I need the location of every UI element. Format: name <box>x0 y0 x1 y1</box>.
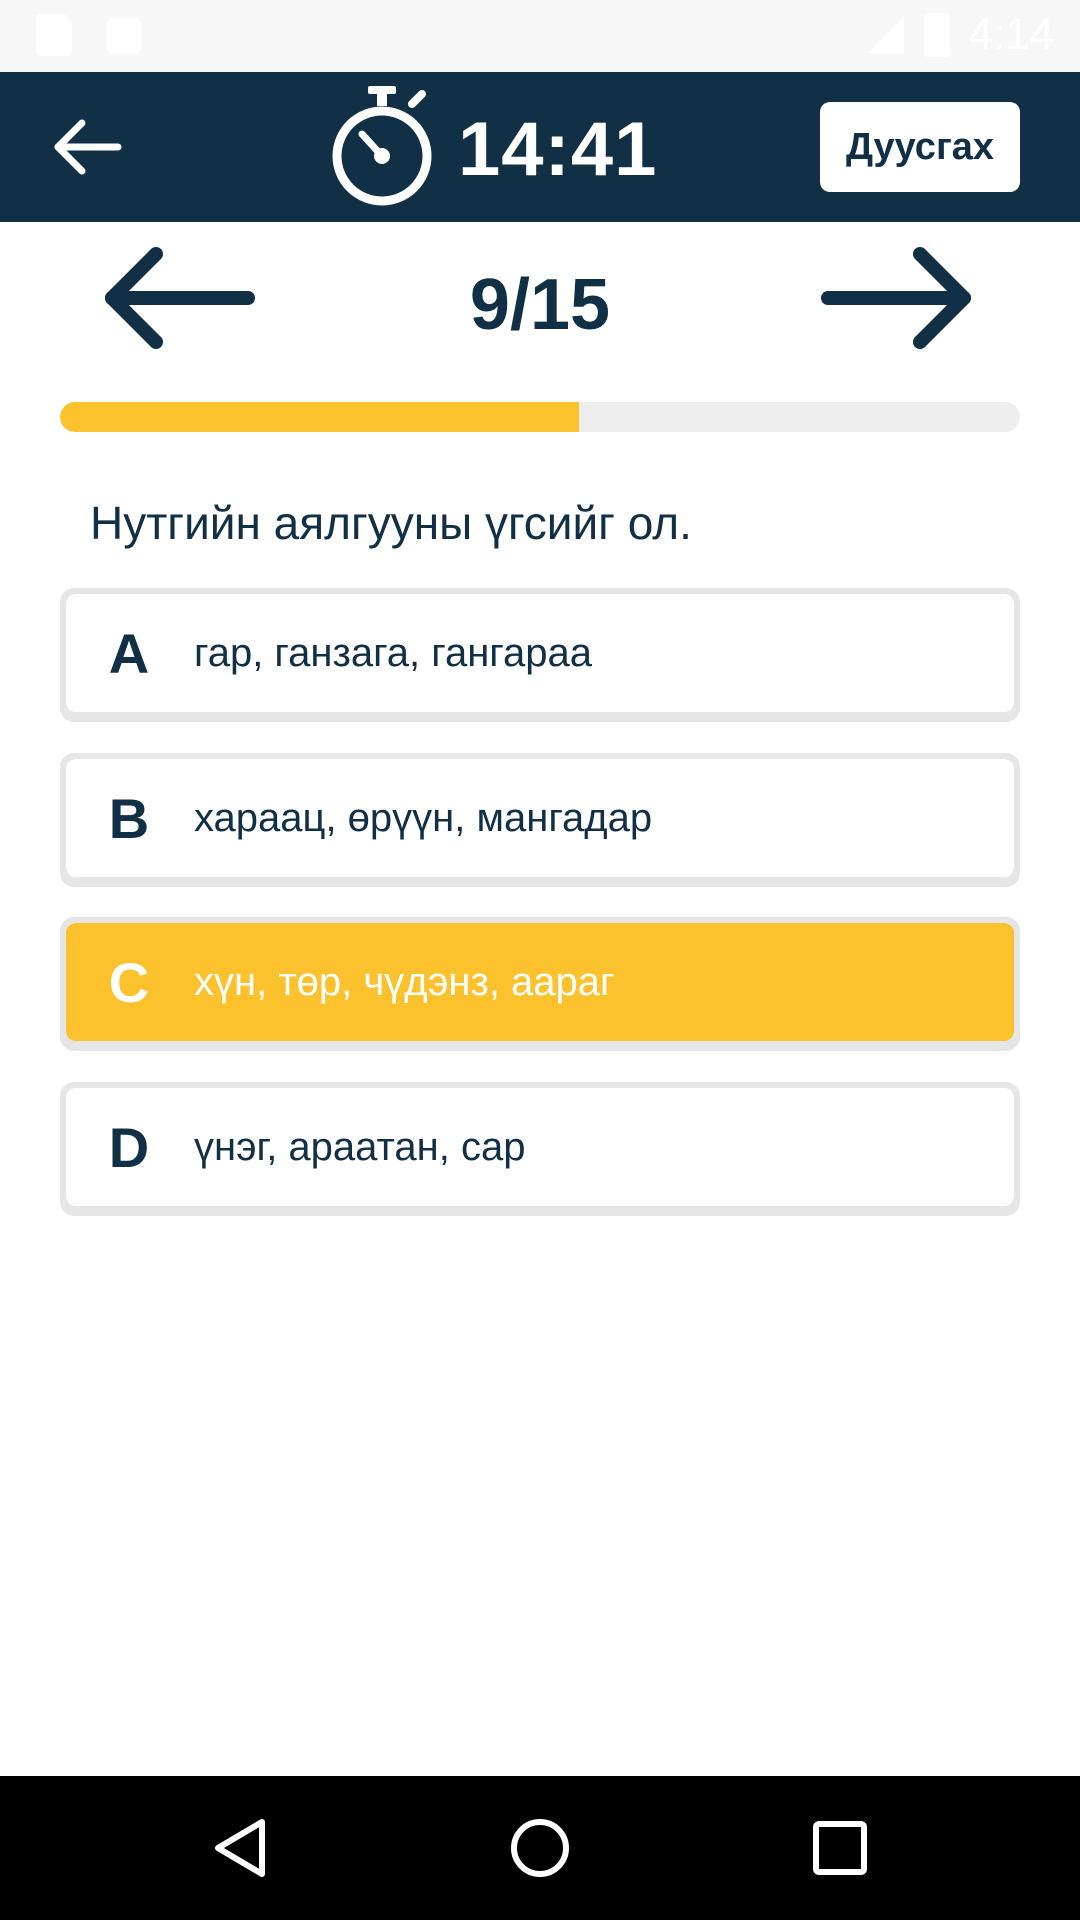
signal-icon <box>868 17 905 53</box>
timer-display: 14:41 <box>458 107 658 192</box>
battery-icon <box>924 13 951 57</box>
question-navigation: 9/15 <box>0 222 1080 382</box>
answer-letter: A <box>108 621 150 685</box>
answer-option-a[interactable]: A гар, ганзага, гангараа <box>60 588 1020 722</box>
progress-bar <box>60 402 1020 432</box>
system-navigation-bar <box>0 1776 1080 1920</box>
answer-option-b[interactable]: B хараац, өрүүн, мангадар <box>60 753 1020 887</box>
answer-option-body: C хүн, төр, чүдэнз, аараг <box>66 923 1014 1041</box>
answer-letter: D <box>108 1115 150 1179</box>
answer-option-d[interactable]: D үнэг, араатан, сар <box>60 1082 1020 1216</box>
finish-button[interactable]: Дуусгах <box>820 102 1020 192</box>
question-counter: 9/15 <box>469 265 611 345</box>
next-question-arrow-icon[interactable] <box>818 242 978 354</box>
previous-question-arrow-icon[interactable] <box>98 242 258 354</box>
progress-fill <box>60 402 580 432</box>
answer-option-body: D үнэг, араатан, сар <box>66 1088 1014 1206</box>
nav-back-icon[interactable] <box>204 1812 276 1884</box>
status-notifications <box>36 14 142 56</box>
answer-text: хараац, өрүүн, мангадар <box>194 795 653 840</box>
app-notification-icon <box>106 18 142 54</box>
answer-letter: C <box>108 950 150 1014</box>
answer-text: гар, ганзага, гангараа <box>194 630 592 675</box>
sd-card-icon <box>36 14 72 56</box>
nav-recents-icon[interactable] <box>804 1812 876 1884</box>
answer-letter: B <box>108 786 150 850</box>
answer-option-body: B хараац, өрүүн, мангадар <box>66 759 1014 877</box>
answer-text: үнэг, араатан, сар <box>194 1124 526 1169</box>
status-right: 4:14 <box>866 10 1054 60</box>
app-bar: 14:41 Дуусгах <box>0 72 1080 222</box>
nav-home-icon[interactable] <box>504 1812 576 1884</box>
back-arrow-icon[interactable] <box>48 112 128 182</box>
answer-text: хүн, төр, чүдэнз, аараг <box>194 959 615 1004</box>
status-bar: 4:14 <box>0 0 1080 72</box>
answer-option-c[interactable]: C хүн, төр, чүдэнз, аараг <box>60 917 1020 1051</box>
stopwatch-icon <box>332 86 432 206</box>
answer-option-body: A гар, ганзага, гангараа <box>66 594 1014 712</box>
question-text: Нутгийн аялгууны үгсийг ол. <box>90 497 692 549</box>
status-time: 4:14 <box>968 10 1054 59</box>
